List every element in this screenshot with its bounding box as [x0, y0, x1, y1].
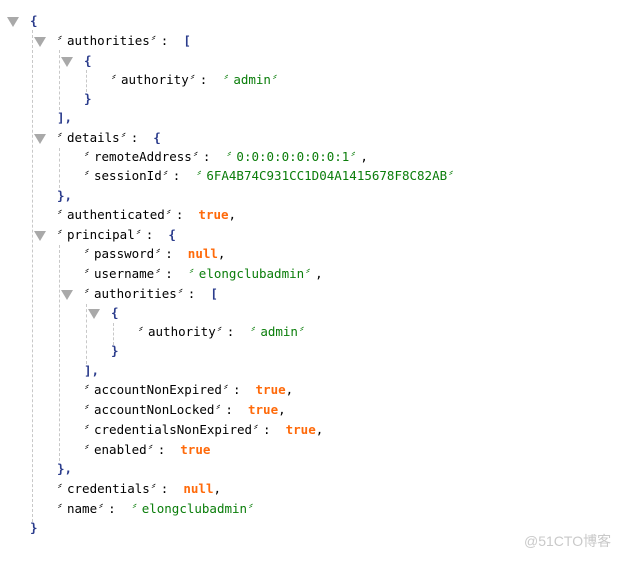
- json-key: authorities: [67, 33, 150, 48]
- collapse-toggle-principal-authorities[interactable]: [61, 290, 73, 300]
- json-line-credentials-non-expired: 〞credentialsNonExpired〞: true,: [83, 422, 324, 437]
- json-line-principal: 〞principal〞: {: [56, 227, 176, 242]
- json-null-value: null: [187, 246, 218, 261]
- indent-guide-authorities: [59, 50, 60, 110]
- json-line-root-close: }: [30, 520, 38, 535]
- indent-guide-details: [59, 148, 60, 188]
- json-line-principal-authorities: 〞authorities〞: [: [83, 286, 218, 301]
- indent-guide-principal-authorities: [86, 304, 87, 364]
- json-boolean-value: true: [180, 442, 211, 457]
- json-line-authorities: 〞authorities〞: [: [56, 33, 191, 48]
- json-line-remote-address: 〞remoteAddress〞: 〞0:0:0:0:0:0:0:1〞,: [83, 149, 368, 164]
- json-line-username: 〞username〞: 〞elongclubadmin〞,: [83, 266, 323, 281]
- json-key: credentials: [67, 481, 150, 496]
- json-key: details: [67, 130, 120, 145]
- json-line-authority-close: }: [84, 91, 92, 106]
- json-line-details-close: },: [57, 188, 73, 203]
- json-string-value: elongclubadmin: [198, 266, 305, 281]
- json-boolean-value: true: [285, 422, 316, 437]
- watermark: @51CTO博客: [524, 533, 612, 549]
- indent-guide-root: [32, 30, 33, 522]
- json-key: sessionId: [94, 168, 162, 183]
- json-line-credentials: 〞credentials〞: null,: [56, 481, 222, 496]
- json-boolean-value: true: [198, 207, 229, 222]
- json-line-name: 〞name〞: 〞elongclubadmin〞: [56, 501, 259, 516]
- json-key: accountNonExpired: [94, 382, 222, 397]
- json-line-account-non-locked: 〞accountNonLocked〞: true,: [83, 402, 286, 417]
- json-key: credentialsNonExpired: [94, 422, 253, 437]
- json-line-account-non-expired: 〞accountNonExpired〞: true,: [83, 382, 294, 397]
- json-string-value: 0:0:0:0:0:0:0:1: [236, 149, 350, 164]
- json-key: password: [94, 246, 155, 261]
- json-line-authenticated: 〞authenticated〞: true,: [56, 207, 237, 222]
- json-line-principal-authorities-close: ],: [84, 363, 100, 378]
- json-key: authenticated: [67, 207, 165, 222]
- json-boolean-value: true: [248, 402, 279, 417]
- json-line-authority-open: {: [84, 53, 92, 68]
- json-line-session-id: 〞sessionId〞: 〞6FA4B74C931CC1D04A1415678F…: [83, 168, 459, 183]
- json-line-principal-authority-open: {: [111, 305, 119, 320]
- json-line-principal-authority-close: }: [111, 343, 119, 358]
- json-string-value: elongclubadmin: [141, 501, 248, 516]
- collapse-toggle-details[interactable]: [34, 134, 46, 144]
- json-line-root-open: {: [30, 11, 38, 30]
- json-line-authorities-close: ],: [57, 110, 73, 125]
- collapse-toggle-authorities[interactable]: [34, 37, 46, 47]
- json-string-value: 6FA4B74C931CC1D04A1415678F8C82AB: [206, 168, 448, 183]
- json-line-principal-close: },: [57, 461, 73, 476]
- json-line-authority: 〞authority〞: 〞admin〞: [110, 72, 282, 87]
- json-key: enabled: [94, 442, 147, 457]
- json-key: name: [67, 501, 98, 516]
- collapse-toggle-authority-item[interactable]: [61, 57, 73, 67]
- json-line-principal-authority: 〞authority〞: 〞admin〞: [137, 324, 309, 339]
- json-key: authority: [148, 324, 216, 339]
- indent-guide-principal: [59, 245, 60, 461]
- collapse-toggle-root[interactable]: [7, 17, 19, 27]
- json-key: principal: [67, 227, 135, 242]
- json-key: accountNonLocked: [94, 402, 215, 417]
- json-null-value: null: [183, 481, 214, 496]
- json-boolean-value: true: [255, 382, 286, 397]
- json-line-password: 〞password〞: null,: [83, 246, 226, 261]
- json-string-value: admin: [233, 72, 271, 87]
- collapse-toggle-principal-authority-item[interactable]: [88, 309, 100, 319]
- json-key: remoteAddress: [94, 149, 192, 164]
- json-key: authorities: [94, 286, 177, 301]
- json-string-value: admin: [260, 324, 298, 339]
- json-key: username: [94, 266, 155, 281]
- json-line-enabled: 〞enabled〞: true: [83, 442, 211, 457]
- collapse-toggle-principal[interactable]: [34, 231, 46, 241]
- brace-open: {: [30, 13, 38, 28]
- json-line-details: 〞details〞: {: [56, 130, 161, 145]
- json-key: authority: [121, 72, 189, 87]
